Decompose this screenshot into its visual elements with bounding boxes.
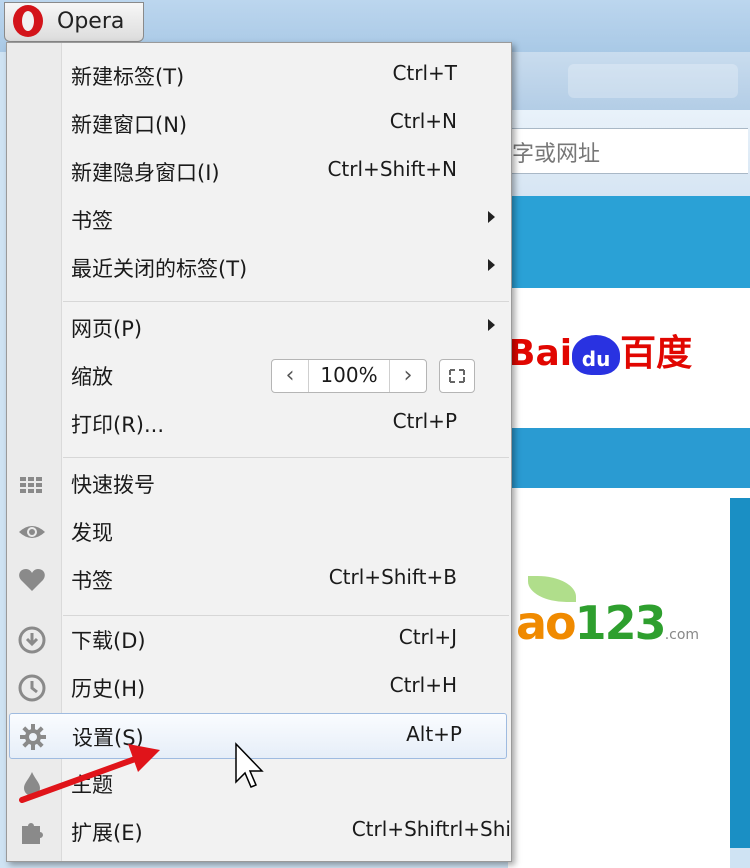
menu-separator <box>63 457 509 458</box>
tab-strip <box>508 52 750 110</box>
menu-item-print[interactable]: 打印(R)... Ctrl+P <box>7 401 511 447</box>
menu-item-downloads[interactable]: 下载(D) Ctrl+J <box>7 617 511 663</box>
hao123-tile[interactable]: ao123.com <box>508 488 730 868</box>
baidu-logo-cn: 百度 <box>620 333 693 374</box>
zoom-out-button[interactable]: ‹ <box>272 360 309 392</box>
menu-item-settings[interactable]: 设置(S) Alt+P <box>9 713 507 759</box>
submenu-arrow-icon <box>488 259 495 271</box>
menu-item-shortcut: Ctrl+N <box>389 109 457 133</box>
menu-item-speed-dial[interactable]: 快速拨号 <box>7 461 511 507</box>
content-header-band <box>508 196 750 288</box>
menu-item-discover[interactable]: 发现 <box>7 509 511 555</box>
opera-logo-icon <box>13 5 43 37</box>
menu-item-label: 书签 <box>71 569 113 593</box>
menu-item-label: 主题 <box>71 773 113 797</box>
menu-item-label: 缩放 <box>71 365 113 389</box>
menu-item-new-tab[interactable]: 新建标签(T) Ctrl+T <box>7 53 511 99</box>
speed-dial-grid-icon <box>17 469 47 499</box>
content-divider-band <box>508 428 750 488</box>
menu-item-bookmarks-submenu[interactable]: 书签 <box>7 197 511 243</box>
tab[interactable] <box>568 64 738 98</box>
menu-item-label: 新建隐身窗口(I) <box>71 161 220 185</box>
baidu-logo: Bai du 百度 <box>508 324 692 376</box>
menu-item-shortcut: Ctrl+P <box>392 409 457 433</box>
fullscreen-icon <box>449 369 465 383</box>
fullscreen-button[interactable] <box>439 359 475 393</box>
menu-item-new-private-window[interactable]: 新建隐身窗口(I) Ctrl+Shift+N <box>7 149 511 195</box>
gear-icon <box>18 722 48 752</box>
opera-menu-label: Opera <box>57 9 125 34</box>
baidu-logo-text: Bai <box>508 333 573 374</box>
menu-item-shortcut: Alt+P <box>406 722 462 746</box>
menu-item-label: 下载(D) <box>71 629 146 653</box>
menu-item-shortcut: Ctrl+Shift+N <box>327 157 457 181</box>
address-bar[interactable]: 字或网址 <box>508 128 748 174</box>
menu-item-shortcut: Ctrl+Shiftrl+Shi <box>351 817 511 841</box>
drop-icon <box>17 769 47 799</box>
menu-item-label: 新建窗口(N) <box>71 113 188 137</box>
baidu-paw-icon: du <box>572 335 621 375</box>
submenu-arrow-icon <box>488 211 495 223</box>
menu-item-shortcut: Ctrl+H <box>389 673 457 697</box>
menu-separator <box>63 301 509 302</box>
toolbar: 字或网址 <box>508 110 750 196</box>
eye-icon <box>17 517 47 547</box>
download-icon <box>17 625 47 655</box>
menu-item-label: 发现 <box>71 521 113 545</box>
menu-item-label: 打印(R)... <box>71 413 165 437</box>
opera-menu-button[interactable]: Opera <box>4 2 144 42</box>
menu-item-label: 新建标签(T) <box>71 65 185 89</box>
heart-icon <box>17 565 47 595</box>
page-content: Bai du 百度 ao123.com <box>508 196 750 868</box>
submenu-arrow-icon <box>488 319 495 331</box>
menu-item-shortcut: Ctrl+J <box>398 625 457 649</box>
menu-item-label: 网页(P) <box>71 317 143 341</box>
menu-item-shortcut: Ctrl+T <box>392 61 457 85</box>
menu-item-themes[interactable]: 主题 <box>7 761 511 807</box>
address-placeholder: 字或网址 <box>512 142 601 167</box>
hao123-logo-num: 123 <box>574 596 667 650</box>
menu-item-extensions[interactable]: 扩展(E) Ctrl+Shiftrl+Shi <box>7 809 511 855</box>
menu-item-label: 最近关闭的标签(T) <box>71 257 248 281</box>
menu-item-label: 设置(S) <box>72 726 144 750</box>
menu-item-bookmarks[interactable]: 书签 Ctrl+Shift+B <box>7 557 511 603</box>
hao123-logo: ao123.com <box>516 596 699 650</box>
zoom-level-value: 100% <box>320 363 378 387</box>
hao123-logo-ao: ao <box>516 596 577 650</box>
menu-item-history[interactable]: 历史(H) Ctrl+H <box>7 665 511 711</box>
menu-item-label: 扩展(E) <box>71 821 143 845</box>
opera-main-menu: 新建标签(T) Ctrl+T 新建窗口(N) Ctrl+N 新建隐身窗口(I) … <box>6 42 512 862</box>
zoom-control: ‹ 100% › <box>271 359 427 393</box>
menu-item-label: 历史(H) <box>71 677 146 701</box>
zoom-in-button[interactable]: › <box>389 360 426 392</box>
clock-icon <box>17 673 47 703</box>
hao123-logo-suffix: .com <box>664 627 700 643</box>
menu-item-label: 书签 <box>71 209 113 233</box>
menu-item-label: 快速拨号 <box>71 473 155 497</box>
menu-separator <box>63 615 509 616</box>
menu-item-recently-closed[interactable]: 最近关闭的标签(T) <box>7 245 511 291</box>
menu-item-zoom: 缩放 ‹ 100% › <box>7 353 511 399</box>
menu-item-new-window[interactable]: 新建窗口(N) Ctrl+N <box>7 101 511 147</box>
baidu-paw-text: du <box>581 347 611 371</box>
menu-item-page[interactable]: 网页(P) <box>7 305 511 351</box>
puzzle-icon <box>17 817 47 847</box>
menu-item-shortcut: Ctrl+Shift+B <box>328 565 457 589</box>
